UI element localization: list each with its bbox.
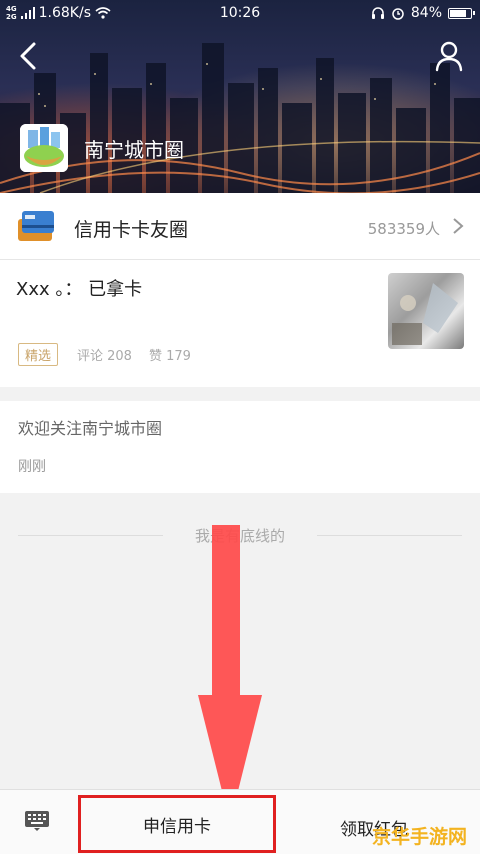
battery-percent: 84%: [410, 5, 442, 21]
notice-timestamp: 刚刚: [18, 459, 46, 475]
city-skyline-image: [0, 43, 480, 193]
featured-tag: 精选: [18, 343, 59, 366]
red-arrow-annotation: [198, 525, 262, 823]
group-row[interactable]: 信用卡卡友圈 583359人: [0, 193, 480, 260]
post-title[interactable]: Xxx 。： 已拿卡: [16, 275, 142, 301]
city-circle-icon: [20, 124, 68, 172]
group-name: 信用卡卡友圈: [74, 219, 189, 241]
credit-card-icon: [18, 211, 54, 241]
circle-logo: [20, 124, 68, 172]
battery-icon: [448, 7, 475, 19]
notice-card: 欢迎关注南宁城市圈 刚刚: [0, 401, 480, 493]
divider-line-right: [317, 535, 462, 536]
header-banner: 4G 2G 1.68K/s 10:26 84% 南宁城市圈: [0, 0, 480, 193]
alarm-icon: [392, 8, 404, 20]
back-arrow-icon[interactable]: [14, 40, 46, 72]
status-bar: 4G 2G 1.68K/s 10:26 84%: [0, 0, 480, 26]
circle-title: 南宁城市圈: [84, 138, 184, 162]
keyboard-icon[interactable]: [24, 810, 50, 832]
headphones-icon: [371, 7, 384, 19]
comment-count: 评论 208: [77, 349, 132, 364]
welcome-message: 欢迎关注南宁城市圈: [18, 419, 163, 438]
end-of-list-divider: 我是有底线的: [18, 525, 462, 545]
apply-credit-card-label: 申信用卡: [143, 816, 211, 837]
post-thumbnail[interactable]: [388, 273, 464, 349]
like-count: 赞 179: [149, 349, 191, 364]
user-icon[interactable]: [434, 40, 464, 72]
chevron-right-icon: [453, 218, 464, 234]
watermark-logo: 京华手游网: [372, 826, 468, 848]
group-card: 信用卡卡友圈 583359人 Xxx 。： 已拿卡 精选 评论 208 赞 17…: [0, 193, 480, 387]
apply-credit-card-button[interactable]: 申信用卡: [78, 795, 276, 853]
member-count: 583359人: [367, 220, 440, 238]
